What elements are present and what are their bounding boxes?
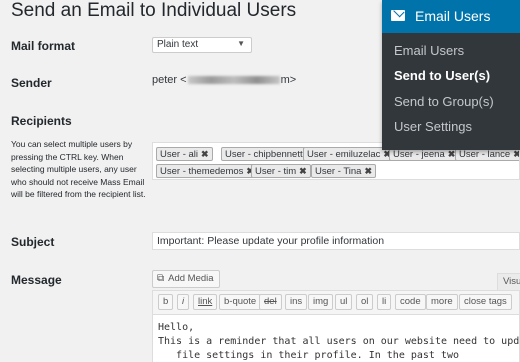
mail-format-select[interactable]: Plain text ▼ (152, 37, 252, 53)
add-media-label: Add Media (168, 273, 214, 284)
message-label: Message (11, 273, 62, 287)
token-label: User - chipbennett (225, 149, 303, 160)
token-label: User - emiluzelac (307, 149, 381, 160)
sender-prefix: peter < (152, 74, 187, 86)
message-line: This is a reminder that all users on our… (158, 336, 520, 347)
menu-item-user-settings[interactable]: User Settings (394, 119, 472, 134)
li-button[interactable]: li (377, 294, 392, 310)
message-line: file settings in their profile. In the p… (158, 350, 460, 361)
token-label: User - lance (459, 149, 511, 160)
token-label: User - jeena (393, 149, 445, 160)
menu-header-label: Email Users (415, 8, 491, 24)
remove-icon[interactable]: ✖ (299, 166, 307, 176)
blockquote-button[interactable]: b-quote (219, 294, 262, 310)
menu-item-send-to-users[interactable]: Send to User(s) (394, 68, 490, 83)
menu-header[interactable]: Email Users (382, 0, 520, 33)
token-label: User - ali (160, 149, 199, 160)
italic-button[interactable]: i (177, 294, 190, 310)
del-button[interactable]: del (259, 294, 282, 310)
message-line: Hello, (158, 322, 195, 333)
tab-visual[interactable]: Visu (497, 273, 520, 290)
ol-button[interactable]: ol (356, 294, 374, 310)
menu-item-email-users[interactable]: Email Users (394, 43, 464, 58)
mail-format-value: Plain text (157, 39, 199, 50)
remove-icon[interactable]: ✖ (364, 166, 372, 176)
subject-label: Subject (11, 235, 55, 249)
page-title: Send an Email to Individual Users (11, 0, 297, 21)
img-button[interactable]: img (308, 294, 334, 310)
sender-value: peter < m> (152, 74, 296, 86)
envelope-icon (391, 10, 405, 21)
recipients-help: You can select multiple users by pressin… (11, 139, 146, 200)
email-users-flyout-menu: Email Users Email Users Send to User(s) … (382, 0, 520, 150)
recipient-token[interactable]: User - tim ✖ (251, 164, 311, 178)
message-textarea[interactable]: Hello, This is a reminder that all users … (152, 314, 520, 362)
remove-icon[interactable]: ✖ (513, 149, 519, 159)
mail-format-label: Mail format (11, 39, 76, 53)
link-button[interactable]: link (193, 294, 218, 310)
sender-suffix: m> (280, 74, 297, 86)
token-label: User - Tina (315, 166, 362, 177)
code-button[interactable]: code (395, 294, 426, 310)
token-label: User - themedemos (160, 166, 244, 177)
sender-label: Sender (11, 76, 52, 90)
bold-button[interactable]: b (158, 294, 174, 310)
token-label: User - tim (255, 166, 297, 177)
editor-toolbar: b i link b-quote del ins img ul ol li co… (152, 290, 520, 314)
menu-item-send-to-groups[interactable]: Send to Group(s) (394, 94, 494, 109)
recipient-token[interactable]: User - ali ✖ (156, 147, 213, 161)
close-tags-button[interactable]: close tags (459, 294, 512, 310)
remove-icon[interactable]: ✖ (201, 149, 209, 159)
subject-input[interactable]: Important: Please update your profile in… (152, 232, 520, 250)
recipients-label: Recipients (11, 114, 72, 128)
ins-button[interactable]: ins (285, 294, 308, 310)
chevron-down-icon: ▼ (237, 39, 245, 48)
media-icon: ⧉ (157, 273, 165, 284)
redacted-email (187, 76, 280, 85)
more-button[interactable]: more (426, 294, 458, 310)
add-media-button[interactable]: ⧉ Add Media (152, 270, 220, 288)
recipient-token[interactable]: User - Tina ✖ (311, 164, 377, 178)
recipient-token[interactable]: User - themedemos✖ (156, 164, 258, 178)
ul-button[interactable]: ul (335, 294, 353, 310)
